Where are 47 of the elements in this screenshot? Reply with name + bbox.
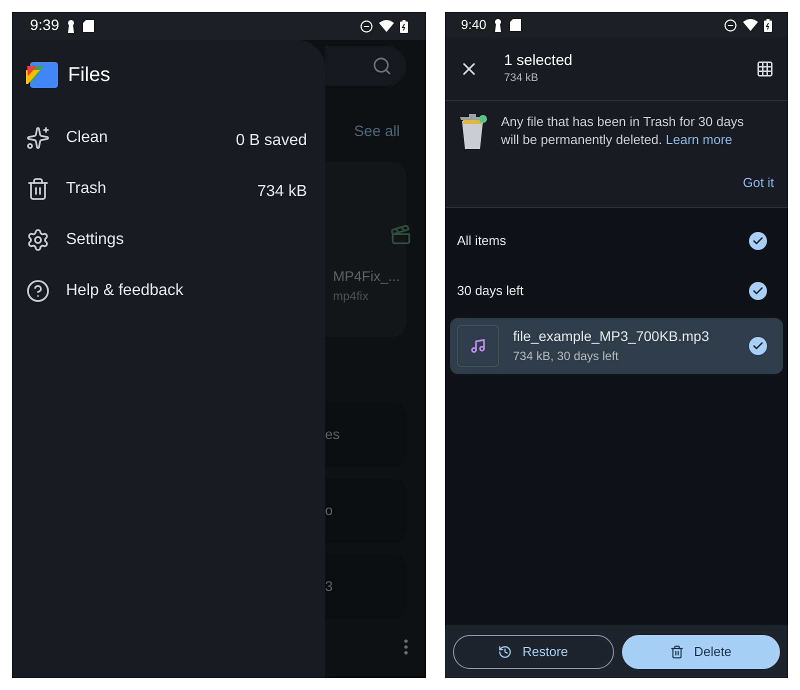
status-time: 9:40 [461,16,486,34]
do-not-disturb-icon [360,20,373,32]
app-title: Files [68,63,110,88]
selection-size: 734 kB [504,70,540,86]
wifi-icon [743,19,758,31]
drawer-item[interactable]: Clean 0 B saved [26,112,307,163]
file-details: 734 kB, 30 days left [513,348,620,365]
learn-more-link[interactable]: Learn more [666,132,732,147]
battery-icon [400,20,408,32]
grid-view-icon[interactable] [756,60,774,78]
drawer-item[interactable]: Help & feedback [26,265,307,316]
check-icon[interactable] [749,232,767,250]
file-row[interactable]: file_example_MP3_700KB.mp3 734 kB, 30 days left [450,318,783,374]
trash-can-icon [459,113,487,149]
do-not-disturb-icon [724,18,737,32]
settings-icon [26,228,50,252]
history-icon [498,644,512,658]
group-label: All items [457,232,506,250]
drawer-item[interactable]: Trash 734 kB [26,163,307,214]
trash-icon [26,176,50,200]
video-icon [390,224,412,246]
sparkle-icon [26,126,50,150]
got-it-button[interactable]: Got it [742,173,774,192]
battery-icon [764,18,772,32]
status-time: 9:39 [30,16,60,36]
keyhole-icon [67,20,76,32]
group-label: 30 days left [457,282,524,300]
search-icon [372,56,392,76]
keyhole-icon [494,18,502,32]
file-subtitle: mp4fix [333,288,370,304]
sd-card-icon [510,19,522,31]
check-icon[interactable] [749,336,767,354]
check-icon[interactable] [749,282,767,300]
file-name: file_example_MP3_700KB.mp3 [513,327,710,346]
sd-card-icon [83,20,94,32]
files-logo-icon [26,62,58,88]
drawer-item[interactable]: Settings [26,214,307,265]
restore-button[interactable]: Restore [453,634,614,668]
wifi-icon [379,20,394,32]
help-icon [26,278,50,302]
banner-message: Any file that has been in Trash for 30 days will be permanently deleted. Learn more [501,113,745,149]
file-name: MP4Fix_... [333,266,401,286]
trash-icon [670,644,684,658]
selection-title: 1 selected [504,52,572,70]
audio-file-icon [457,324,499,366]
delete-button[interactable]: Delete [622,634,780,668]
search-button[interactable] [325,46,406,86]
